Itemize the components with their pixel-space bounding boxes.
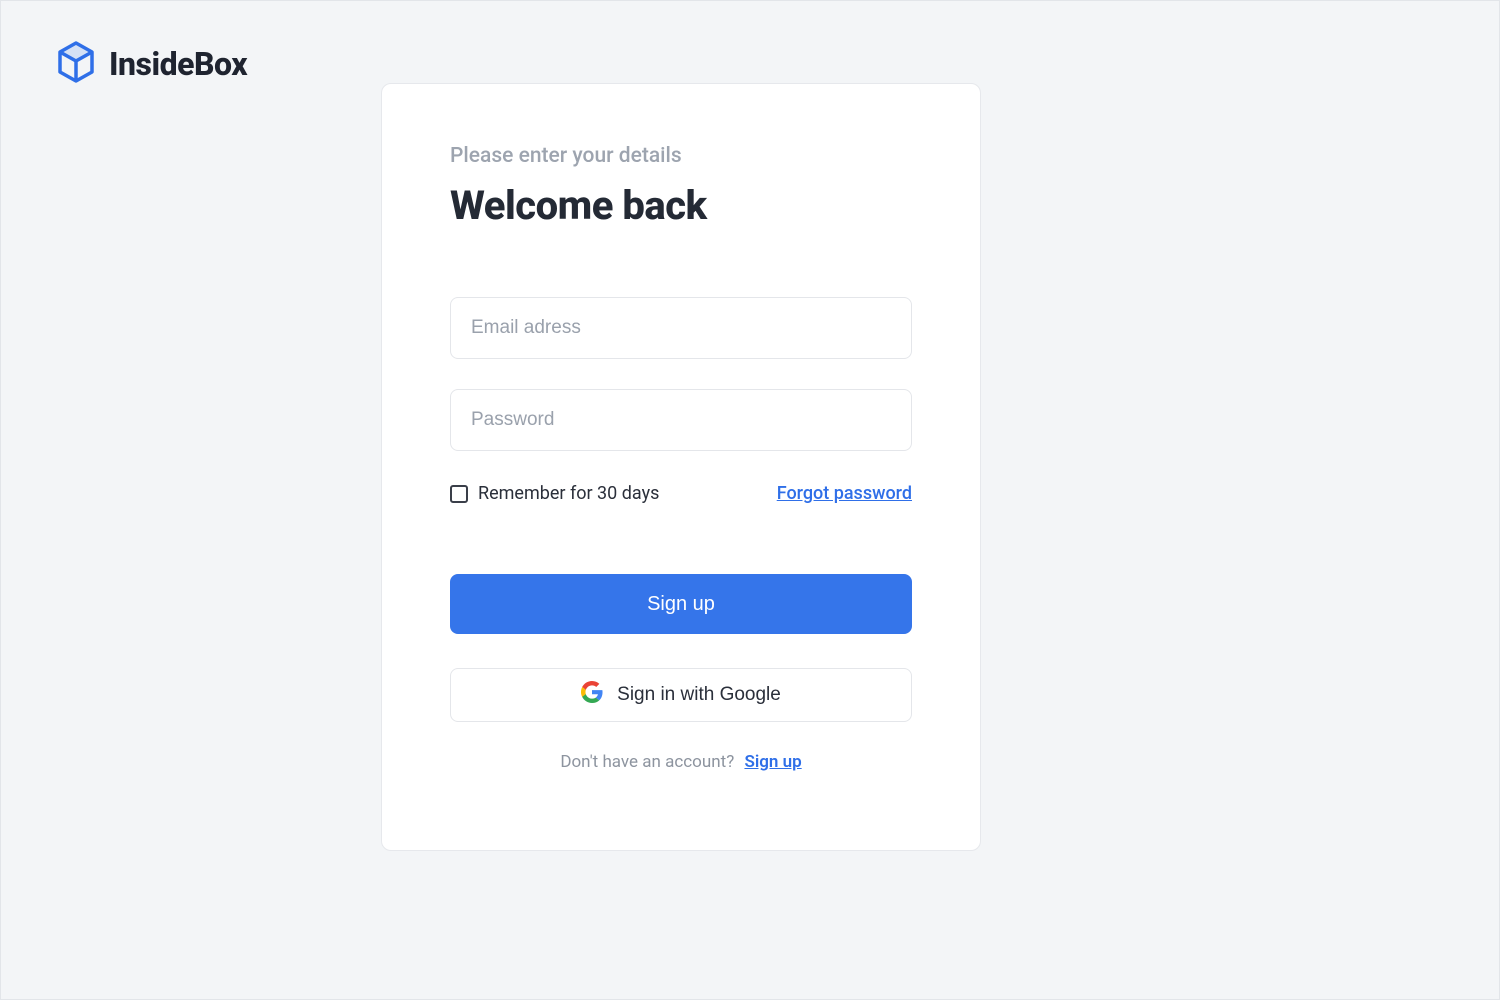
signup-prompt-text: Don't have an account? xyxy=(560,752,734,772)
remember-label: Remember for 30 days xyxy=(478,483,659,504)
google-button-label: Sign in with Google xyxy=(617,684,781,706)
brand-name: InsideBox xyxy=(109,45,247,83)
signup-button[interactable]: Sign up xyxy=(450,574,912,634)
login-subtitle: Please enter your details xyxy=(450,144,912,168)
forgot-password-link[interactable]: Forgot password xyxy=(777,483,912,504)
signup-prompt: Don't have an account? Sign up xyxy=(450,752,912,772)
password-input[interactable] xyxy=(450,389,912,451)
brand: InsideBox xyxy=(57,41,247,87)
login-card: Please enter your details Welcome back R… xyxy=(381,83,981,851)
login-title: Welcome back xyxy=(450,182,912,229)
google-icon xyxy=(581,681,603,709)
google-signin-button[interactable]: Sign in with Google xyxy=(450,668,912,722)
signup-link[interactable]: Sign up xyxy=(744,752,801,772)
remember-checkbox[interactable]: Remember for 30 days xyxy=(450,483,659,504)
cube-logo-icon xyxy=(57,41,95,87)
checkbox-icon xyxy=(450,485,468,503)
options-row: Remember for 30 days Forgot password xyxy=(450,483,912,504)
email-input[interactable] xyxy=(450,297,912,359)
